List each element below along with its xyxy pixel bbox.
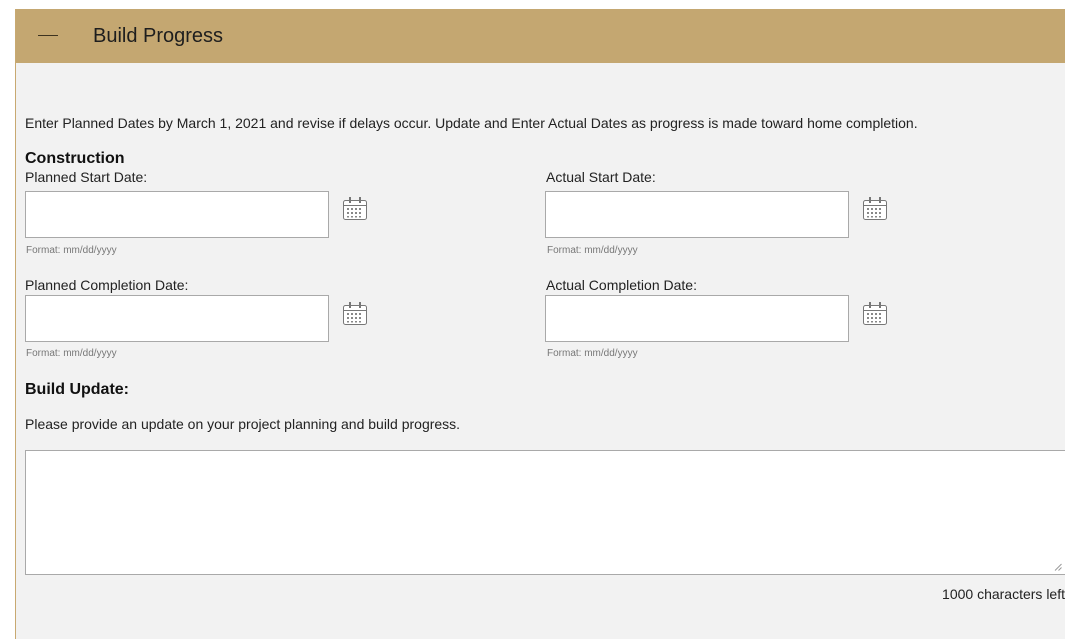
actual-start-calendar-button[interactable] [861, 194, 889, 222]
actual-completion-format-hint: Format: mm/dd/yyyy [547, 348, 638, 359]
build-update-description: Please provide an update on your project… [25, 416, 461, 432]
actual-start-format-hint: Format: mm/dd/yyyy [547, 245, 638, 256]
build-update-heading: Build Update: [25, 381, 129, 398]
planned-completion-calendar-button[interactable] [341, 299, 369, 327]
minus-icon [38, 35, 58, 36]
planned-start-input[interactable] [25, 191, 329, 238]
calendar-icon [343, 197, 367, 220]
build-update-textarea[interactable] [25, 450, 1065, 575]
planned-start-calendar-button[interactable] [341, 194, 369, 222]
planned-completion-format-hint: Format: mm/dd/yyyy [26, 348, 117, 359]
characters-left-counter: 1000 characters left [942, 586, 1065, 602]
resize-grip-icon[interactable] [1054, 563, 1062, 571]
construction-heading: Construction [25, 150, 125, 167]
actual-completion-input[interactable] [545, 295, 849, 342]
actual-start-label: Actual Start Date: [546, 169, 656, 185]
collapse-button[interactable] [30, 17, 70, 55]
page: Build Progress Enter Planned Dates by Ma… [0, 0, 1065, 639]
planned-start-format-hint: Format: mm/dd/yyyy [26, 245, 117, 256]
panel-title: Build Progress [93, 25, 224, 47]
calendar-icon [863, 302, 887, 325]
calendar-icon [863, 197, 887, 220]
actual-completion-calendar-button[interactable] [861, 299, 889, 327]
build-progress-panel: Build Progress Enter Planned Dates by Ma… [15, 9, 1065, 639]
panel-header: Build Progress [16, 9, 1065, 63]
actual-completion-label: Actual Completion Date: [546, 277, 697, 293]
intro-text: Enter Planned Dates by March 1, 2021 and… [25, 115, 918, 131]
planned-completion-label: Planned Completion Date: [25, 277, 189, 293]
calendar-icon [343, 302, 367, 325]
actual-start-input[interactable] [545, 191, 849, 238]
planned-start-label: Planned Start Date: [25, 169, 148, 185]
planned-completion-input[interactable] [25, 295, 329, 342]
